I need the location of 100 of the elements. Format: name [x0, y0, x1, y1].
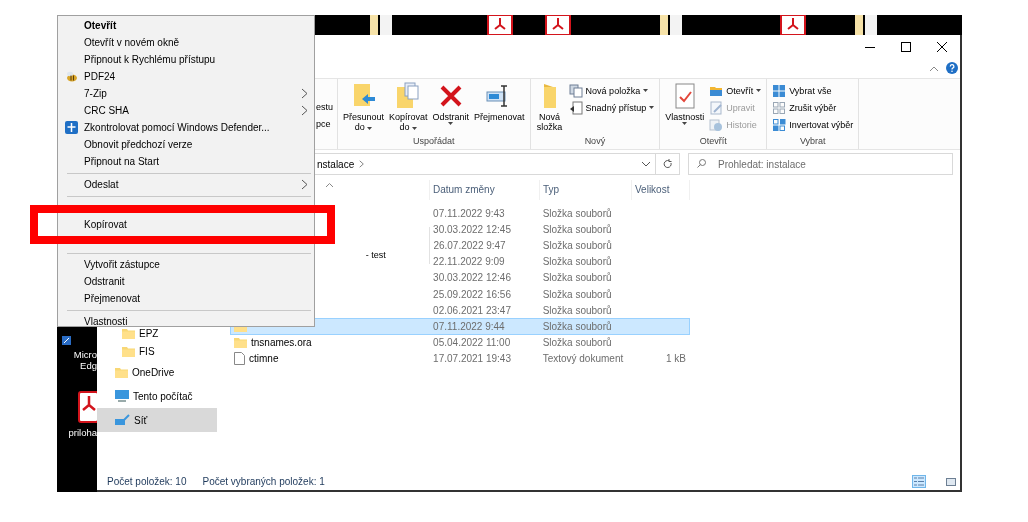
thumbnail-icon [946, 477, 956, 486]
pdf-file-icon[interactable] [545, 15, 571, 35]
file-row[interactable]: ctimne 17.07.2021 19:43 Textový dokument 1 kB [230, 350, 690, 367]
menu-item[interactable]: Obnovit předchozí verze [58, 136, 314, 153]
maximize-icon[interactable] [901, 41, 911, 52]
ribbon-button[interactable]: Vybrat vše [770, 82, 856, 99]
date-cell: 30.03.2022 12:45 [433, 223, 511, 235]
group-label: Vybrat [798, 135, 827, 147]
nav-item[interactable]: OneDrive [97, 360, 217, 384]
column-header[interactable]: Datum změny [430, 180, 540, 200]
help-icon[interactable] [946, 62, 958, 74]
document-icon[interactable] [660, 15, 684, 35]
date-cell: 07.11.2022 9:43 [433, 207, 505, 219]
caret-icon [367, 127, 373, 130]
menu-item[interactable]: PDF24 [58, 68, 314, 85]
ribbon-button[interactable]: Vlastnosti [663, 79, 707, 135]
document-icon[interactable] [855, 15, 879, 35]
ribbon-button[interactable]: pce [316, 116, 337, 133]
caret-icon [649, 106, 655, 109]
edit-page-icon [709, 100, 724, 115]
menu-item[interactable]: Odeslat [58, 176, 314, 193]
ribbon-button[interactable]: Snadný přístup [566, 99, 657, 116]
menu-item[interactable]: Vytvořit zástupce [58, 256, 314, 273]
folder-icon [122, 345, 135, 357]
text-file-icon [234, 352, 245, 366]
type-cell: Složka souborů [542, 288, 612, 300]
menu-item[interactable]: Otevřít [58, 17, 314, 34]
bee-icon [64, 71, 78, 82]
nav-item[interactable]: FIS [97, 342, 217, 360]
shield-icon [64, 121, 78, 134]
ribbon-button[interactable]: Zrušit výběr [770, 99, 856, 116]
caret-icon [643, 89, 649, 92]
pdf-file-icon[interactable] [78, 391, 97, 423]
ribbon-button[interactable]: Nová složka [533, 79, 566, 135]
shortcut-label: Micro [73, 349, 97, 360]
history-icon [709, 117, 724, 132]
collapse-ribbon-icon[interactable] [930, 65, 938, 71]
menu-item[interactable]: 7-Zip [58, 85, 314, 102]
refresh-icon [662, 158, 673, 170]
date-cell: 30.03.2022 12:46 [433, 272, 511, 284]
date-cell: 07.11.2022 9:44 [433, 320, 505, 332]
type-cell: Složka souborů [542, 272, 612, 284]
nav-item[interactable]: Síť [97, 408, 217, 432]
caret-icon [448, 122, 454, 125]
monitor-icon [115, 390, 129, 402]
group-label: Uspořádat [412, 135, 456, 147]
close-icon[interactable] [937, 41, 947, 52]
search-field[interactable]: Prohledat: instalace [688, 153, 953, 175]
folder-icon [115, 366, 128, 378]
shortcut-label: Edg [80, 360, 97, 371]
breadcrumb-chevron-icon [359, 160, 365, 168]
menu-item[interactable]: CRC SHA [58, 102, 314, 119]
ribbon-button[interactable]: Invertovat výběr [770, 116, 856, 133]
folder-icon [234, 337, 247, 349]
shortcut-icon[interactable] [62, 336, 71, 345]
sort-caret-icon[interactable] [326, 183, 333, 187]
column-header[interactable]: Typ [540, 180, 632, 200]
list-icon [914, 477, 924, 486]
file-name: tnsnames.ora [251, 337, 312, 349]
menu-item[interactable]: Otevřít v novém okně [58, 34, 314, 51]
details-view-button[interactable] [912, 475, 926, 488]
dropdown-caret-icon[interactable] [642, 161, 650, 167]
column-header[interactable]: Velikost [632, 180, 690, 200]
invert-grid-icon [772, 117, 787, 132]
caret-icon [756, 89, 762, 92]
type-cell: Složka souborů [542, 304, 612, 316]
ribbon-button[interactable]: estu [316, 99, 337, 116]
nav-item[interactable]: Tento počítač [97, 384, 217, 408]
status-text: Počet vybraných položek: 1 [202, 476, 325, 487]
menu-item[interactable]: Přejmenovat [58, 290, 314, 307]
ribbon-button[interactable]: Otevřít [707, 82, 764, 99]
file-name: - test [365, 248, 386, 262]
menu-item[interactable]: Připnout k Rychlému přístupu [58, 51, 314, 68]
type-cell: Složka souborů [542, 337, 612, 349]
ribbon-button[interactable]: Přesunout do [341, 79, 387, 135]
pdf-file-icon[interactable] [780, 15, 806, 35]
menu-item[interactable]: Odstranit [58, 273, 314, 290]
ribbon-button[interactable]: Nová položka [566, 82, 657, 99]
date-cell: 02.06.2021 23:47 [433, 304, 511, 316]
size-cell: 1 kB [665, 353, 686, 365]
ribbon-button[interactable]: Odstranit [430, 79, 472, 135]
ribbon-button[interactable]: Přejmenovat [472, 79, 527, 135]
empty-grid-icon [772, 100, 787, 115]
caret-icon [682, 122, 688, 125]
file-name: ctimne [249, 353, 279, 365]
file-row[interactable]: tnsnames.ora 05.04.2022 11:00 Složka souborů [230, 334, 690, 351]
type-cell: Textový dokument [542, 353, 624, 365]
date-cell: 17.07.2021 19:43 [433, 353, 511, 365]
pdf-file-icon[interactable] [487, 15, 513, 35]
ribbon-button[interactable]: Kopírovat do [387, 79, 430, 135]
document-icon[interactable] [370, 15, 394, 35]
menu-item[interactable]: Zkontrolovat pomocí Windows Defender... [58, 119, 314, 136]
type-cell: Složka souborů [542, 320, 612, 332]
group-label: Otevřít [698, 135, 728, 147]
menu-item[interactable]: Kopírovat [58, 216, 314, 233]
grid-icon [772, 83, 787, 98]
date-cell: 26.07.2022 9:47 [433, 239, 506, 251]
large-icons-view-button[interactable] [944, 475, 958, 488]
group-label: Nový [583, 135, 607, 147]
type-cell: Složka souborů [542, 223, 612, 235]
